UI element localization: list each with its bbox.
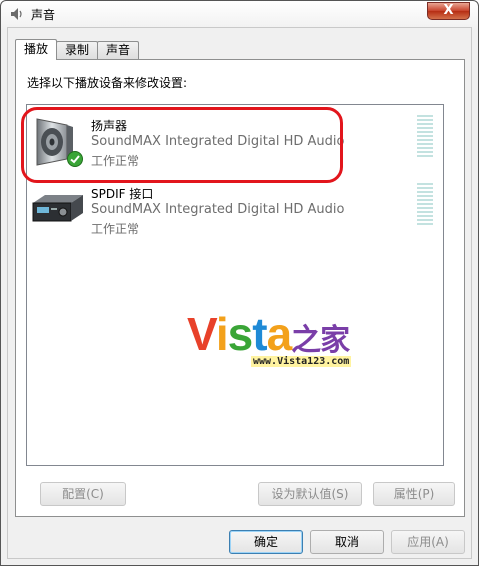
tab-sounds[interactable]: 声音 (97, 41, 140, 59)
device-status: 工作正常 (91, 222, 140, 236)
speaker-title-icon (11, 8, 22, 20)
sound-dialog-window: 声音 X 播放 录制 声音 选择以下播放设备来修改设置: 扬声器 SoundMA… (0, 0, 479, 566)
watermark-url: www.Vista123.com (251, 356, 352, 367)
window-title: 声音 (31, 8, 56, 22)
instruction-text: 选择以下播放设备来修改设置: (27, 76, 188, 90)
properties-button[interactable]: 属性(P) (373, 482, 455, 506)
device-description: SoundMAX Integrated Digital HD Audio (91, 134, 345, 149)
spdif-device-icon (32, 195, 83, 222)
cancel-button[interactable]: 取消 (310, 530, 384, 554)
device-item-speakers[interactable]: 扬声器 SoundMAX Integrated Digital HD Audio… (21, 107, 443, 183)
apply-button[interactable]: 应用(A) (391, 530, 465, 554)
set-default-button[interactable]: 设为默认值(S) (258, 482, 362, 506)
configure-button[interactable]: 配置(C) (40, 482, 126, 506)
tab-strip: 播放 录制 声音 (15, 39, 140, 60)
playback-device-list[interactable]: 扬声器 SoundMAX Integrated Digital HD Audio… (21, 104, 444, 466)
playback-tab-panel: 选择以下播放设备来修改设置: 扬声器 SoundMAX Integrated D… (15, 59, 465, 517)
vista123-watermark-logo: Vista之家 www.Vista123.com (187, 310, 377, 380)
device-name: 扬声器 (91, 119, 128, 133)
tab-playback[interactable]: 播放 (15, 39, 58, 60)
tab-recording[interactable]: 录制 (56, 41, 99, 59)
device-description: SoundMAX Integrated Digital HD Audio (91, 202, 345, 217)
close-button[interactable]: X (427, 2, 470, 20)
default-check-icon (67, 151, 83, 167)
volume-level-meter (417, 183, 433, 225)
ok-button[interactable]: 确定 (229, 530, 303, 554)
dialog-client-area: 播放 录制 声音 选择以下播放设备来修改设置: 扬声器 SoundMAX Int… (7, 27, 472, 559)
watermark-title: Vista之家 (187, 308, 350, 360)
title-bar[interactable]: 声音 X (1, 1, 478, 27)
device-item-spdif[interactable]: SPDIF 接口 SoundMAX Integrated Digital HD … (27, 177, 443, 243)
volume-level-meter (417, 115, 433, 157)
device-name: SPDIF 接口 (91, 187, 154, 201)
device-status: 工作正常 (91, 154, 140, 168)
